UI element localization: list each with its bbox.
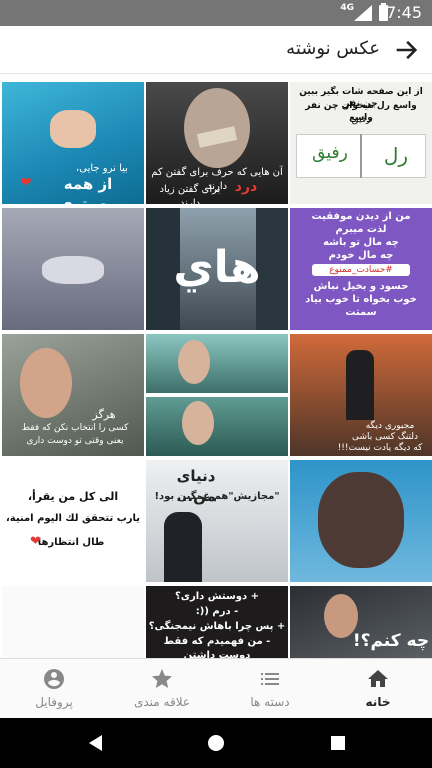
signal-icon <box>354 5 372 21</box>
heart-icon: ❤ <box>30 534 41 549</box>
image-tile[interactable]: دنیای من... "مجازیش"هم غمگین بود! <box>146 460 288 582</box>
nav-favorites[interactable]: علاقه مندی <box>108 659 216 719</box>
nav-categories[interactable]: دسته ها <box>216 659 324 719</box>
tile-figure <box>346 350 374 420</box>
home-icon <box>368 670 388 687</box>
bottom-navigation: خانه دسته ها علاقه مندی پروفایل <box>0 658 432 718</box>
image-tile[interactable] <box>290 460 432 582</box>
nav-label: پروفایل <box>35 695 73 709</box>
tile-text: هاي <box>173 242 261 293</box>
image-tile[interactable]: آن هایی که حرف برای گفتن کم دارند درد بر… <box>146 82 288 204</box>
arrow-forward-icon[interactable] <box>392 36 420 64</box>
tile-text: چه مال تو باشه <box>323 237 399 248</box>
recents-icon[interactable] <box>328 733 348 753</box>
image-tile[interactable] <box>146 334 288 393</box>
tile-face <box>184 88 250 168</box>
tile-text: از همه مهمتری <box>59 175 117 204</box>
image-tile[interactable]: هرگز کسی را انتخاب نکن که فقط یعنی وقتی … <box>2 334 144 456</box>
image-tile[interactable] <box>146 397 288 456</box>
tile-text: "مجازیش"هم غمگین بود! <box>154 491 280 502</box>
image-tile[interactable]: از این صفحه شات بگیر ببین چن نفر واسع رل… <box>290 82 432 204</box>
tile-text: هرگز <box>92 408 116 421</box>
image-tile[interactable]: الی کل من یقرأ، یارب تتحقق لك اليوم امني… <box>2 460 144 582</box>
image-tile[interactable]: هاي <box>146 208 288 330</box>
tile-text: چه کنم؟! <box>352 631 430 651</box>
tile-text: من از دیدن موفقیت <box>311 211 411 222</box>
tile-figure <box>164 512 202 582</box>
home-circle-icon[interactable] <box>206 733 226 753</box>
nav-home[interactable]: خانه <box>324 659 432 719</box>
tile-text: + دوستش داری؟ <box>174 591 260 602</box>
image-tile[interactable]: چه کنم؟! <box>290 586 432 658</box>
tile-text: که دیگه یادت نیست!!! <box>337 443 423 453</box>
system-navigation-bar <box>0 718 432 768</box>
list-icon <box>261 673 279 685</box>
image-tile[interactable]: من از دیدن موفقیت لذت میبرم چه مال تو با… <box>290 208 432 330</box>
nav-label: خانه <box>365 695 391 709</box>
tile-text: چه مال خودم <box>328 250 394 261</box>
tile-text: کسی را انتخاب نکن که فقط <box>21 423 129 433</box>
app-bar: عکس نوشته <box>0 26 432 74</box>
tile-text: رفیق <box>351 115 371 125</box>
network-type: 4G <box>340 3 354 13</box>
tile-cloud <box>318 472 404 568</box>
star-icon <box>152 669 172 688</box>
tile-text: خوب بخواه تا خوب بیاد <box>305 294 417 305</box>
tile-face <box>178 340 210 384</box>
nav-profile[interactable]: پروفایل <box>0 659 108 719</box>
image-tile[interactable]: + دوستش داری؟ - درم ((: + پس چرا باهاش ن… <box>146 586 288 658</box>
tile-text: درد <box>234 179 258 195</box>
tile-text: - من فهمیدم که فقط دوست داشتن <box>163 636 271 658</box>
tile-text: الی کل من یقرأ، <box>27 490 119 503</box>
tile-text: سمتت <box>345 307 377 318</box>
back-icon[interactable] <box>86 733 106 753</box>
tile-face <box>182 401 214 445</box>
tile-figure <box>42 256 104 284</box>
tile-text: یارب تتحقق لك اليوم امنية، <box>5 513 141 524</box>
tile-text: لذت میبرم <box>335 224 387 235</box>
image-tile[interactable] <box>2 208 144 330</box>
tile-text: یعنی وقتی تو دوست داری <box>26 436 124 446</box>
image-grid: از این صفحه شات بگیر ببین چن نفر واسع رل… <box>0 82 432 658</box>
heart-icon: ❤ <box>20 175 32 191</box>
nav-label: دسته ها <box>250 695 290 709</box>
account-circle-icon <box>44 669 64 689</box>
tile-text: رل <box>383 143 409 167</box>
tile-text: رفیق <box>312 143 348 163</box>
tile-hands <box>50 110 96 148</box>
tile-text: حسود و بخیل نباش <box>313 281 409 292</box>
tile-face <box>20 348 72 418</box>
tile-text: برای گفتن زیاد دارند <box>159 184 221 204</box>
image-tile[interactable]: مجبوری دیگه دلتنگ کسی باشی که دیگه یادت … <box>290 334 432 456</box>
status-bar: 4G 7:45 <box>0 0 432 26</box>
tile-divider <box>360 134 362 178</box>
status-time: 7:45 <box>386 3 422 22</box>
image-tile[interactable]: بیا نرو جایی، ❤ از همه مهمتری <box>2 82 144 204</box>
page-title: عکس نوشته <box>286 38 380 59</box>
image-tile[interactable] <box>2 586 144 658</box>
nav-label: علاقه مندی <box>133 695 191 709</box>
tile-text: - درم ((: <box>195 606 239 617</box>
tile-text: + پس چرا باهاش نیمجنگی؟ <box>148 621 286 632</box>
tile-tag: #حسادت_ممنوع <box>312 264 410 277</box>
